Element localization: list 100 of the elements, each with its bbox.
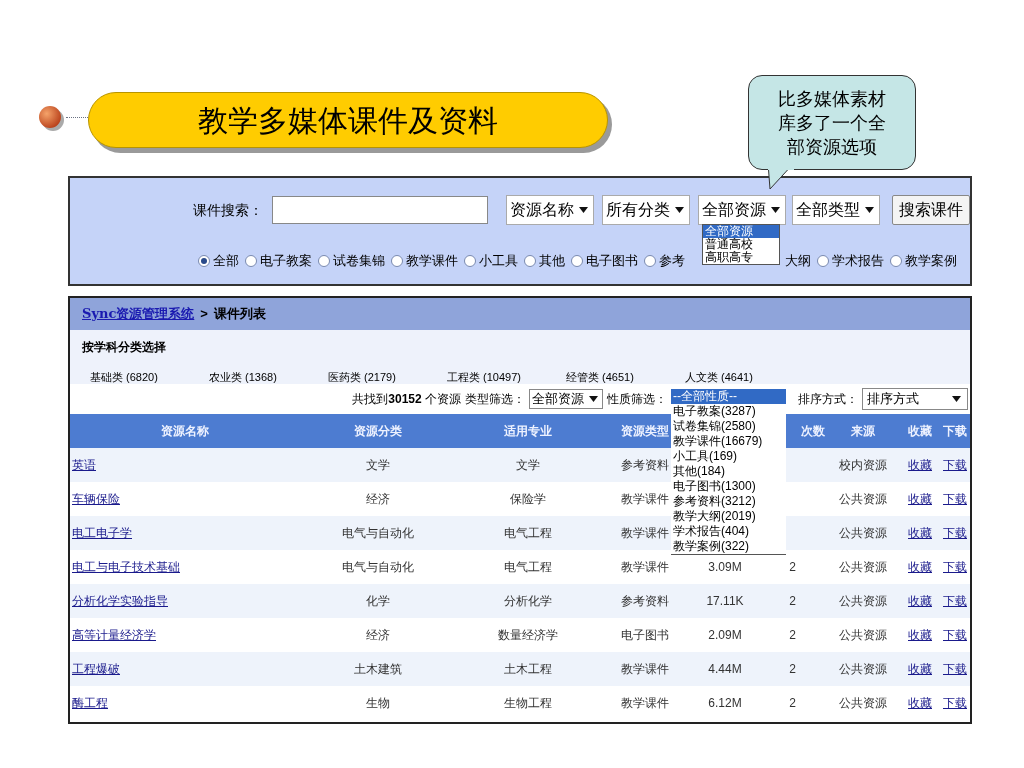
table-cell-text: 公共资源 — [838, 559, 887, 576]
radio-button[interactable] — [391, 254, 403, 267]
callout-text: 比多媒体素材库多了一个全部资源选项 — [777, 87, 887, 159]
dropdown[interactable]: 全部资源 — [698, 195, 786, 225]
radio-button[interactable] — [464, 254, 476, 267]
search-input[interactable] — [272, 196, 488, 224]
table-link[interactable]: 下载 — [943, 660, 967, 678]
table-link[interactable]: 高等计量经济学 — [72, 626, 156, 644]
table-cell-text: 教学课件 — [621, 491, 669, 508]
dropdown-option[interactable]: 高职高专 — [703, 251, 779, 264]
subject-link[interactable]: 经管类 (4651) — [566, 371, 634, 383]
table-link[interactable]: 下载 — [943, 592, 967, 610]
dropdown-option[interactable]: 学术报告(404) — [671, 524, 786, 539]
breadcrumb-separator: > — [200, 305, 208, 324]
subject-link[interactable]: 医药类 (2179) — [328, 371, 396, 383]
table-link[interactable]: 收藏 — [908, 660, 932, 678]
table-cell-text: 教学课件 — [621, 559, 669, 576]
column-header: 资源名称 — [161, 423, 209, 440]
table-cell-text: 电气工程 — [503, 559, 552, 576]
table-link[interactable]: 收藏 — [908, 626, 932, 644]
table-link[interactable]: 下载 — [943, 490, 967, 508]
table-link[interactable]: 分析化学实验指导 — [72, 592, 168, 610]
table-link[interactable]: 收藏 — [908, 558, 932, 576]
radio-button[interactable] — [318, 254, 330, 267]
table-cell-text: 参考资料 — [621, 457, 669, 474]
table-link[interactable]: 下载 — [943, 524, 967, 542]
table-link[interactable]: 电工电子学 — [72, 524, 132, 542]
subject-heading: 按学科分类选择 — [82, 339, 167, 356]
table-link[interactable]: 下载 — [943, 558, 967, 576]
subject-link[interactable]: 基础类 (6820) — [90, 371, 158, 383]
table-cell-text: 土木建筑 — [353, 661, 402, 678]
table-link[interactable]: 下载 — [943, 694, 967, 712]
radio-button[interactable] — [524, 254, 536, 267]
table-cell-text: 经济 — [365, 491, 390, 508]
radio-button[interactable] — [571, 254, 583, 267]
table-link[interactable]: 下载 — [943, 456, 967, 474]
table-cell-text: 公共资源 — [838, 695, 887, 712]
column-header: 下载 — [943, 423, 967, 440]
table-link[interactable]: 电工与电子技术基础 — [72, 558, 180, 576]
dropdown[interactable]: 全部类型 — [792, 195, 880, 225]
table-cell-text: 教学课件 — [621, 661, 669, 678]
radio-label: 试卷集锦 — [333, 252, 385, 270]
dropdown-option[interactable]: 参考资料(3212) — [671, 494, 786, 509]
radio-button[interactable] — [890, 254, 902, 267]
dropdown-option[interactable]: 教学案例(322) — [671, 539, 786, 554]
dropdown-option[interactable]: 电子图书(1300) — [671, 479, 786, 494]
table-link[interactable]: 收藏 — [908, 456, 932, 474]
table-cell-text: 分析化学 — [503, 593, 552, 610]
dropdown-option[interactable]: --全部性质-- — [671, 389, 786, 404]
table-cell-text: 教学课件 — [621, 695, 669, 712]
table-cell-text: 4.44M — [708, 661, 742, 678]
radio-button[interactable] — [245, 254, 257, 267]
table-cell-text: 电气与自动化 — [341, 559, 414, 576]
dropdown-option[interactable]: 电子教案(3287) — [671, 404, 786, 419]
subject-link[interactable]: 工程类 (10497) — [447, 371, 521, 383]
dropdown-option[interactable]: 普通高校 — [703, 238, 779, 251]
radio-button[interactable] — [198, 254, 210, 267]
dropdown[interactable]: 排序方式 — [862, 388, 968, 410]
table-cell-text: 电气与自动化 — [341, 525, 414, 542]
table-cell-text: 公共资源 — [838, 593, 887, 610]
dropdown[interactable]: 全部资源 — [529, 389, 603, 409]
ball-icon — [38, 106, 66, 132]
table-link[interactable]: 车辆保险 — [72, 490, 120, 508]
radio-button[interactable] — [644, 254, 656, 267]
table-cell-text: 2 — [789, 593, 796, 610]
radio-label: 全部 — [213, 252, 239, 270]
subject-link[interactable]: 人文类 (4641) — [685, 371, 753, 383]
radio-label: 教学课件 — [406, 252, 458, 270]
table-cell-text: 校内资源 — [838, 457, 887, 474]
search-button[interactable]: 搜索课件 — [892, 195, 970, 225]
table-cell-text: 2 — [789, 559, 796, 576]
table-cell-text: 文学 — [365, 457, 390, 474]
radio-label: 大纲 — [785, 252, 811, 270]
column-header: 收藏 — [908, 423, 932, 440]
radio-button[interactable] — [817, 254, 829, 267]
dropdown-option[interactable]: 试卷集锦(2580) — [671, 419, 786, 434]
table-cell-text: 文学 — [515, 457, 540, 474]
table-link[interactable]: 收藏 — [908, 592, 932, 610]
table-cell-text: 参考资料 — [621, 593, 669, 610]
table-cell-text: 2 — [789, 661, 796, 678]
dropdown[interactable]: 所有分类 — [602, 195, 690, 225]
dropdown-option[interactable]: 教学课件(16679) — [671, 434, 786, 449]
dropdown-option[interactable]: 其他(184) — [671, 464, 786, 479]
dropdown[interactable]: 资源名称 — [506, 195, 594, 225]
table-link[interactable]: 收藏 — [908, 694, 932, 712]
subject-link[interactable]: 农业类 (1368) — [209, 371, 277, 383]
dropdown-option[interactable]: 小工具(169) — [671, 449, 786, 464]
table-link[interactable]: 收藏 — [908, 490, 932, 508]
breadcrumb-link[interactable]: Sync资源管理系统 — [82, 304, 195, 324]
table-link[interactable]: 酶工程 — [72, 694, 108, 712]
table-cell-text: 经济 — [365, 627, 390, 644]
table-link[interactable]: 工程爆破 — [72, 660, 120, 678]
table-link[interactable]: 下载 — [943, 626, 967, 644]
result-summary: 共找到30152 个资源 — [352, 391, 461, 408]
table-link[interactable]: 英语 — [72, 456, 96, 474]
dropdown-option[interactable]: 全部资源 — [703, 225, 779, 238]
dropdown-option[interactable]: 教学大纲(2019) — [671, 509, 786, 524]
radio-label: 学术报告 — [832, 252, 884, 270]
table-cell-text: 化学 — [365, 593, 390, 610]
table-link[interactable]: 收藏 — [908, 524, 932, 542]
